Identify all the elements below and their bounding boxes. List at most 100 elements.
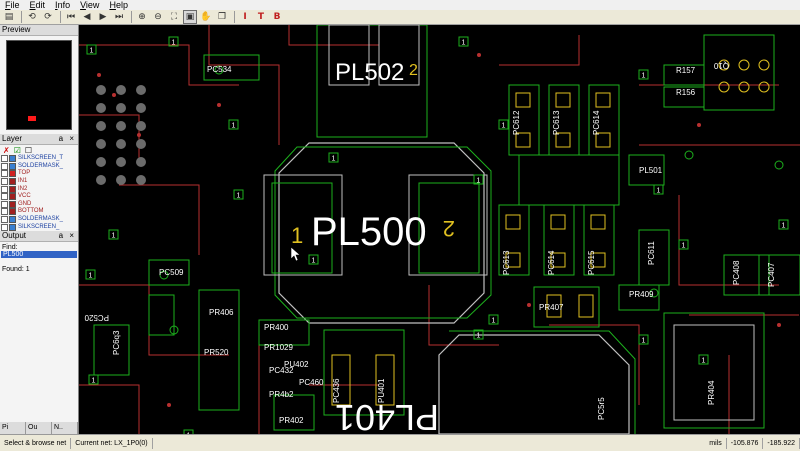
layer-color-swatch bbox=[9, 223, 16, 231]
panel-pin-close-icon[interactable]: a × bbox=[59, 231, 76, 241]
toolbar-separator bbox=[60, 11, 61, 23]
preview-panel-title: Preview bbox=[0, 25, 78, 36]
part-label: PR1029 bbox=[264, 343, 293, 352]
layer-checkbox[interactable] bbox=[1, 208, 8, 216]
menu-info[interactable]: Info bbox=[50, 0, 75, 10]
left-sidebar: Preview Layer a × ✗ ☑ ☐ SILKSCREEN_T SOLD… bbox=[0, 25, 79, 434]
layer-row[interactable]: IN2 bbox=[0, 185, 78, 193]
label-pl500: PL500 bbox=[311, 210, 427, 254]
layer-row[interactable]: SOLDERMASK_ bbox=[0, 162, 78, 171]
menu-view[interactable]: View bbox=[75, 0, 104, 10]
last-icon[interactable]: ⏭ bbox=[112, 10, 126, 24]
status-net: Current net: LX_1P0(0) bbox=[71, 437, 153, 449]
part-label: PR400 bbox=[264, 323, 289, 332]
layer-row[interactable]: VCC bbox=[0, 193, 78, 201]
zoom-out-icon[interactable]: ⊖ bbox=[151, 10, 165, 24]
find-label: Find: bbox=[2, 243, 18, 251]
layers-icon[interactable]: ❐ bbox=[215, 10, 229, 24]
bga-pad bbox=[116, 121, 126, 131]
layer-row[interactable]: TOP bbox=[0, 170, 78, 178]
layer-color-swatch bbox=[9, 200, 16, 208]
zoom-in-icon[interactable]: ⊕ bbox=[135, 10, 149, 24]
mouse-cursor-icon bbox=[290, 246, 301, 262]
part-label: PR407 bbox=[539, 303, 564, 312]
bga-pad bbox=[96, 85, 106, 95]
preview-map[interactable] bbox=[6, 40, 72, 130]
status-units: mils bbox=[705, 437, 727, 449]
text-icon[interactable]: I bbox=[238, 10, 252, 24]
layer-checkbox[interactable] bbox=[1, 178, 8, 186]
layer-checkbox[interactable] bbox=[1, 193, 8, 201]
bga-pad bbox=[116, 103, 126, 113]
delete-icon[interactable]: ✗ bbox=[3, 146, 10, 155]
forward-icon[interactable]: ⟳ bbox=[41, 10, 55, 24]
layer-title: Layer bbox=[2, 134, 23, 143]
open-icon[interactable]: ▤ bbox=[2, 10, 16, 24]
svg-text:1: 1 bbox=[332, 156, 336, 163]
layer-color-swatch bbox=[9, 208, 16, 216]
check-all-icon[interactable]: ☑ bbox=[14, 146, 21, 155]
bold-b-icon[interactable]: B bbox=[270, 10, 284, 24]
bga-pad bbox=[116, 139, 126, 149]
layer-row[interactable]: SILKSCREEN_ bbox=[0, 223, 78, 231]
layer-row[interactable]: SOLDERMASK_ bbox=[0, 216, 78, 224]
pin1-marker: 1 bbox=[638, 334, 649, 345]
layer-row[interactable]: GND bbox=[0, 200, 78, 209]
bga-pad bbox=[136, 85, 146, 95]
status-y: -185.922 bbox=[763, 437, 800, 449]
back-icon[interactable]: ⟲ bbox=[25, 10, 39, 24]
part-label: PC460 bbox=[299, 378, 324, 387]
layer-color-swatch bbox=[9, 162, 16, 170]
layer-name: TOP bbox=[18, 170, 31, 177]
pin1-marker: 1 bbox=[108, 229, 119, 240]
tab-nets[interactable]: N.. bbox=[52, 422, 78, 434]
svg-text:1: 1 bbox=[237, 193, 241, 200]
layer-checkbox[interactable] bbox=[1, 170, 8, 178]
part-label: PC6q3 bbox=[112, 330, 121, 355]
layer-color-swatch bbox=[9, 216, 16, 224]
bold-t-icon[interactable]: T bbox=[254, 10, 268, 24]
tab-pins[interactable]: Pi bbox=[0, 422, 26, 434]
net-dots bbox=[97, 53, 781, 407]
hand-icon[interactable]: ✋ bbox=[199, 10, 213, 24]
menu-edit[interactable]: Edit bbox=[25, 0, 51, 10]
board-drawing[interactable]: 111111111111111111111 PL500 PL502 PL401 … bbox=[79, 25, 800, 434]
layer-checkbox[interactable] bbox=[1, 200, 8, 208]
menu-file[interactable]: File bbox=[0, 0, 25, 10]
board-canvas[interactable]: 111111111111111111111 PL500 PL502 PL401 … bbox=[79, 25, 800, 434]
part-label: PR409 bbox=[629, 290, 654, 299]
bga-pad bbox=[96, 175, 106, 185]
layer-checkbox[interactable] bbox=[1, 162, 8, 170]
part-label: PC408 bbox=[732, 260, 741, 285]
part-label: R157 bbox=[676, 66, 696, 75]
pin1-marker: 1 bbox=[698, 354, 709, 365]
part-label: R156 bbox=[676, 88, 696, 97]
panel-pin-close-icon[interactable]: a × bbox=[59, 134, 76, 144]
fit-icon[interactable]: ⛶ bbox=[167, 10, 181, 24]
pin1-marker: 1 bbox=[498, 119, 509, 130]
layer-row[interactable]: IN1 bbox=[0, 178, 78, 186]
layer-checkbox[interactable] bbox=[1, 155, 8, 163]
next-icon[interactable]: ▶ bbox=[96, 10, 110, 24]
menu-help[interactable]: Help bbox=[104, 0, 133, 10]
first-icon[interactable]: ⏮ bbox=[64, 10, 78, 24]
uncheck-icon[interactable]: ☐ bbox=[25, 146, 32, 155]
part-label: PC613 bbox=[502, 250, 511, 275]
layer-checkbox[interactable] bbox=[1, 223, 8, 231]
pin1-marker: 1 bbox=[778, 219, 789, 230]
label-pl401: PL401 bbox=[335, 397, 439, 434]
part-label: PC615 bbox=[587, 250, 596, 275]
layer-name: BOTTOM bbox=[18, 208, 44, 215]
select-icon[interactable]: ▣ bbox=[183, 10, 197, 24]
part-label: PC613 bbox=[552, 110, 561, 135]
layer-row[interactable]: BOTTOM bbox=[0, 208, 78, 216]
layer-checkbox[interactable] bbox=[1, 185, 8, 193]
bga-pad bbox=[96, 121, 106, 131]
layer-checkbox[interactable] bbox=[1, 216, 8, 224]
part-label: PR406 bbox=[209, 308, 234, 317]
layer-row[interactable]: SILKSCREEN_T bbox=[0, 155, 78, 163]
chip-pu401[interactable] bbox=[663, 312, 765, 429]
tab-output[interactable]: Ou bbox=[26, 422, 52, 434]
prev-icon[interactable]: ◀ bbox=[80, 10, 94, 24]
find-result-item[interactable]: PL500 bbox=[1, 250, 77, 258]
